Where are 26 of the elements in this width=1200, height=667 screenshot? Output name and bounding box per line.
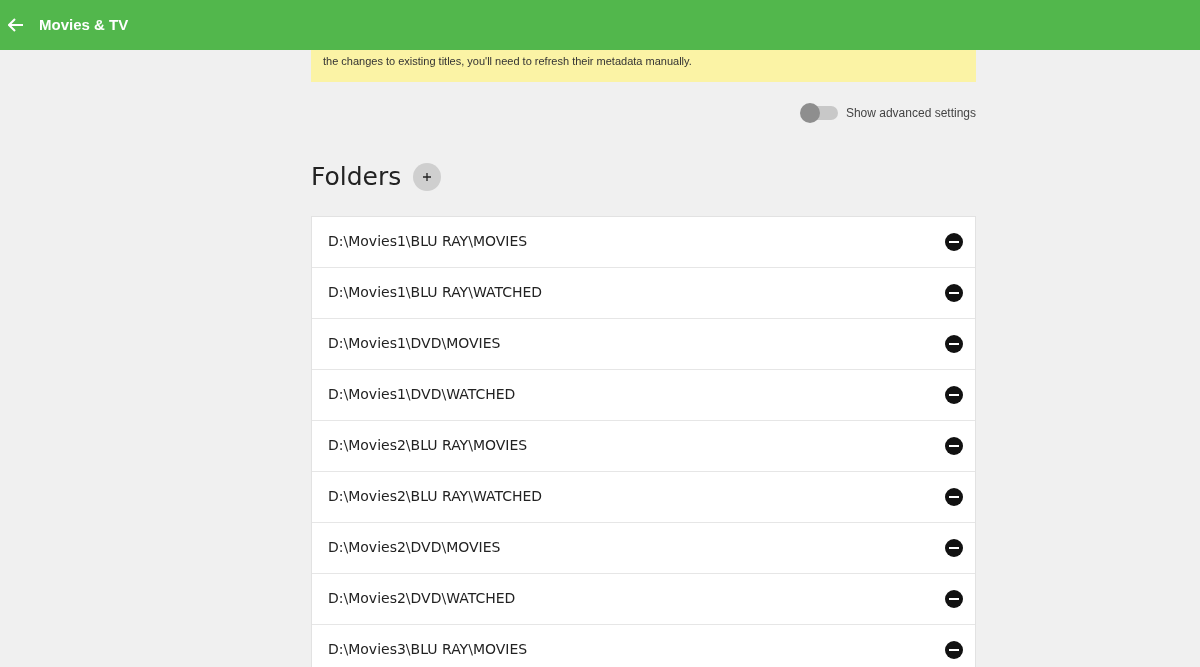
app-title: Movies & TV [39, 14, 129, 35]
folder-path: D:\Movies2\DVD\MOVIES [328, 538, 501, 557]
add-folder-button[interactable] [413, 162, 442, 191]
folder-path: D:\Movies1\DVD\MOVIES [328, 334, 501, 353]
toggle-label: Show advanced settings [845, 105, 976, 122]
remove-icon[interactable] [945, 436, 963, 455]
remove-icon[interactable] [945, 538, 963, 557]
folder-path: D:\Movies2\BLU RAY\WATCHED [328, 487, 543, 506]
remove-icon[interactable] [945, 487, 963, 506]
folder-path: D:\Movies1\BLU RAY\WATCHED [328, 283, 543, 302]
back-arrow-icon[interactable] [8, 18, 24, 32]
remove-icon[interactable] [945, 589, 963, 608]
section-heading: Folders [311, 161, 402, 193]
notice-text: the changes to existing titles, you'll need to refresh their metadata manually. [323, 54, 692, 68]
folder-path: D:\Movies2\BLU RAY\MOVIES [328, 436, 528, 455]
remove-icon[interactable] [945, 232, 963, 251]
remove-icon[interactable] [945, 283, 963, 302]
plus-icon [423, 172, 432, 181]
remove-icon[interactable] [945, 334, 963, 353]
folder-path: D:\Movies1\DVD\WATCHED [328, 385, 516, 404]
folder-path: D:\Movies3\BLU RAY\MOVIES [328, 640, 528, 659]
folder-path: D:\Movies1\BLU RAY\MOVIES [328, 232, 528, 251]
toggle-switch[interactable] [801, 106, 838, 120]
remove-icon[interactable] [945, 385, 963, 404]
folder-path: D:\Movies2\DVD\WATCHED [328, 589, 516, 608]
remove-icon[interactable] [945, 640, 963, 659]
